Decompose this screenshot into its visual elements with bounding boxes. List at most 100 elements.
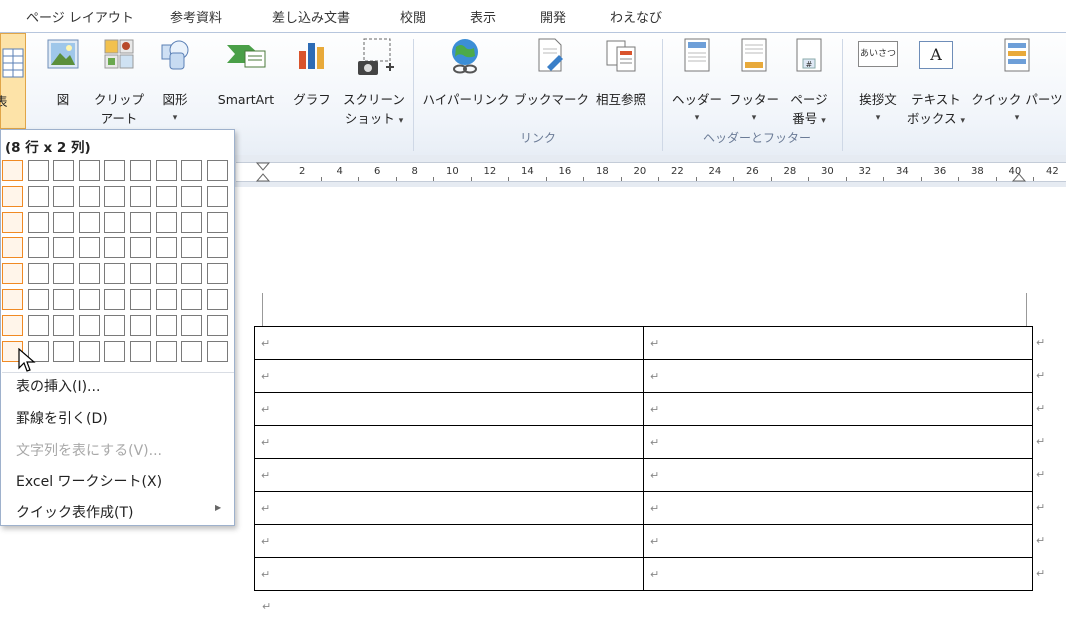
document-table[interactable]: ↵ ↵ ↵ ↵ ↵ ↵ ↵ ↵ ↵ ↵ ↵ ↵ ↵ ↵ ↵ ↵ xyxy=(254,326,1033,591)
table-grid-cell[interactable] xyxy=(104,289,126,310)
tab-developer[interactable]: 開発 xyxy=(540,7,566,26)
table-grid-cell[interactable] xyxy=(2,263,23,285)
table-grid-cell[interactable] xyxy=(53,211,75,233)
table-grid-cell[interactable] xyxy=(27,314,49,336)
table-cell[interactable]: ↵ xyxy=(254,458,644,492)
table-grid-cell[interactable] xyxy=(130,314,151,336)
table-grid-cell[interactable] xyxy=(104,237,126,259)
tab-page-layout[interactable]: ページ レイアウト xyxy=(26,7,134,26)
shapes-button[interactable]: 図形 ▾ xyxy=(152,37,198,127)
tab-review[interactable]: 校閲 xyxy=(400,7,426,26)
table-grid-cell[interactable] xyxy=(78,237,100,259)
table-cell[interactable]: ↵ xyxy=(643,326,1033,360)
table-grid-cell[interactable] xyxy=(206,289,228,310)
menu-item-draw-table[interactable]: 罫線を引く(D) xyxy=(16,408,108,428)
table-grid-cell[interactable] xyxy=(206,263,228,285)
table-grid-cell[interactable] xyxy=(78,340,100,362)
table-grid-cell[interactable] xyxy=(27,185,49,207)
table-grid-cell[interactable] xyxy=(27,289,49,310)
table-cell[interactable]: ↵ xyxy=(643,491,1033,525)
table-grid-cell[interactable] xyxy=(78,314,100,336)
header-button[interactable]: ヘッダー ▾ xyxy=(668,37,726,127)
table-grid-picker[interactable] xyxy=(2,160,232,367)
table-grid-cell[interactable] xyxy=(2,237,23,259)
table-grid-cell[interactable] xyxy=(104,160,126,181)
greeting-button[interactable]: あいさつ 挨拶文 ▾ xyxy=(850,37,906,127)
table-grid-cell[interactable] xyxy=(104,340,126,362)
table-grid-cell[interactable] xyxy=(155,340,177,362)
table-grid-cell[interactable] xyxy=(130,237,151,259)
table-grid-cell[interactable] xyxy=(130,340,151,362)
bookmark-button[interactable]: ブックマーク xyxy=(514,37,589,127)
tab-references[interactable]: 参考資料 xyxy=(170,7,222,26)
table-grid-cell[interactable] xyxy=(53,160,75,181)
smartart-button[interactable]: SmartArt xyxy=(207,37,285,127)
table-grid-cell[interactable] xyxy=(206,237,228,259)
table-grid-cell[interactable] xyxy=(53,185,75,207)
table-grid-cell[interactable] xyxy=(104,185,126,207)
table-grid-cell[interactable] xyxy=(181,160,203,181)
table-cell[interactable]: ↵ xyxy=(254,326,644,360)
menu-item-quick-tables[interactable]: クイック表作成(T) xyxy=(16,502,133,522)
table-grid-cell[interactable] xyxy=(130,289,151,310)
table-cell[interactable]: ↵ xyxy=(643,557,1033,591)
table-grid-cell[interactable] xyxy=(206,185,228,207)
table-cell[interactable]: ↵ xyxy=(254,392,644,426)
table-cell[interactable]: ↵ xyxy=(643,458,1033,492)
table-grid-cell[interactable] xyxy=(2,289,23,310)
table-grid-cell[interactable] xyxy=(206,340,228,362)
clipart-button[interactable]: クリップ アート xyxy=(90,37,148,127)
table-grid-cell[interactable] xyxy=(78,211,100,233)
table-grid-cell[interactable] xyxy=(27,237,49,259)
table-grid-cell[interactable] xyxy=(181,211,203,233)
table-grid-cell[interactable] xyxy=(206,314,228,336)
table-grid-cell[interactable] xyxy=(104,263,126,285)
tab-view[interactable]: 表示 xyxy=(470,7,496,26)
table-grid-cell[interactable] xyxy=(78,263,100,285)
page-number-button[interactable]: # ページ 番号 ▾ xyxy=(782,37,836,127)
table-grid-cell[interactable] xyxy=(155,160,177,181)
table-grid-cell[interactable] xyxy=(206,160,228,181)
table-grid-cell[interactable] xyxy=(130,211,151,233)
table-cell[interactable]: ↵ xyxy=(643,524,1033,558)
table-grid-cell[interactable] xyxy=(27,211,49,233)
table-cell[interactable]: ↵ xyxy=(643,392,1033,426)
table-grid-cell[interactable] xyxy=(27,263,49,285)
table-grid-cell[interactable] xyxy=(53,263,75,285)
table-grid-cell[interactable] xyxy=(206,211,228,233)
table-grid-cell[interactable] xyxy=(155,185,177,207)
table-grid-cell[interactable] xyxy=(78,289,100,310)
table-cell[interactable]: ↵ xyxy=(254,359,644,393)
table-grid-cell[interactable] xyxy=(155,263,177,285)
quickparts-button[interactable]: クイック パーツ ▾ xyxy=(970,37,1064,127)
table-grid-cell[interactable] xyxy=(2,314,23,336)
table-grid-cell[interactable] xyxy=(181,237,203,259)
table-cell[interactable]: ↵ xyxy=(643,359,1033,393)
table-grid-cell[interactable] xyxy=(78,185,100,207)
table-grid-cell[interactable] xyxy=(53,340,75,362)
table-cell[interactable]: ↵ xyxy=(254,491,644,525)
hyperlink-button[interactable]: ハイパーリンク xyxy=(420,37,512,127)
table-cell[interactable]: ↵ xyxy=(254,557,644,591)
table-grid-cell[interactable] xyxy=(155,289,177,310)
table-grid-cell[interactable] xyxy=(181,263,203,285)
table-cell[interactable]: ↵ xyxy=(254,425,644,459)
table-grid-cell[interactable] xyxy=(130,160,151,181)
table-grid-cell[interactable] xyxy=(155,314,177,336)
table-grid-cell[interactable] xyxy=(27,160,49,181)
table-grid-cell[interactable] xyxy=(130,185,151,207)
table-grid-cell[interactable] xyxy=(53,289,75,310)
table-grid-cell[interactable] xyxy=(53,314,75,336)
menu-item-insert-table[interactable]: 表の挿入(I)... xyxy=(16,376,100,396)
table-grid-cell[interactable] xyxy=(104,211,126,233)
menu-item-excel-worksheet[interactable]: Excel ワークシート(X) xyxy=(16,471,162,491)
indent-marker-icon[interactable] xyxy=(256,162,270,182)
chart-button[interactable]: グラフ xyxy=(289,37,335,127)
table-grid-cell[interactable] xyxy=(2,211,23,233)
screenshot-button[interactable]: スクリーン ショット ▾ xyxy=(340,37,408,127)
table-grid-cell[interactable] xyxy=(181,314,203,336)
table-grid-cell[interactable] xyxy=(2,160,23,181)
table-grid-cell[interactable] xyxy=(155,211,177,233)
table-grid-cell[interactable] xyxy=(181,289,203,310)
crossref-button[interactable]: 相互参照 xyxy=(586,37,656,127)
